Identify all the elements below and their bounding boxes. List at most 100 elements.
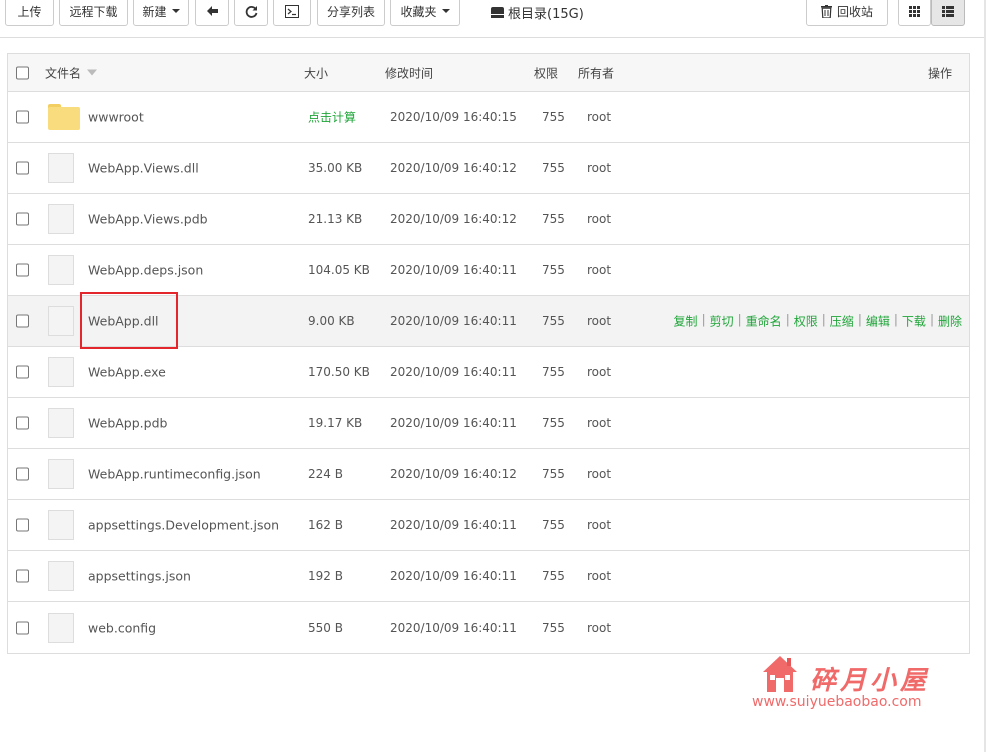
action-separator: | [857,312,862,327]
row-checkbox[interactable] [16,161,29,175]
row-action-link[interactable]: 下载 [902,313,926,330]
file-perm[interactable]: 755 [542,110,565,124]
file-icon [48,612,74,643]
row-action-link[interactable]: 剪切 [710,313,734,330]
path-breadcrumb[interactable]: 根目录(15G) [491,2,584,22]
file-icon [48,408,74,438]
table-row[interactable]: WebApp.Views.dll 35.00 KB 2020/10/09 16:40… [8,143,969,194]
table-row[interactable]: WebApp.Views.pdb 21.13 KB 2020/10/09 16:40… [8,194,969,245]
grid-view-button[interactable] [898,0,931,26]
row-checkbox[interactable] [16,365,29,379]
row-checkbox[interactable] [16,212,29,226]
new-button[interactable]: 新建 [133,0,189,26]
file-name[interactable]: wwwroot [88,110,144,125]
file-name[interactable]: WebApp.Views.pdb [88,212,208,227]
file-perm[interactable]: 755 [542,518,565,532]
row-checkbox[interactable] [16,416,29,430]
new-label: 新建 [142,4,167,19]
file-size[interactable]: 点击计算 [308,109,356,126]
row-checkbox[interactable] [16,467,29,481]
file-mtime: 2020/10/09 16:40:11 [390,569,517,583]
column-header-name[interactable]: 文件名 [45,64,98,81]
action-separator: | [701,312,706,327]
file-name[interactable]: appsettings.Development.json [88,518,279,533]
file-perm[interactable]: 755 [542,467,565,481]
column-header-size[interactable]: 大小 [304,64,328,81]
select-all-checkbox[interactable] [16,66,29,79]
row-icon[interactable] [48,153,74,183]
table-row[interactable]: WebApp.runtimeconfig.json 224 B 2020/10/09… [8,449,969,500]
upload-button[interactable]: 上传 [5,0,54,26]
favorites-button[interactable]: 收藏夹 [390,0,460,26]
file-name[interactable]: WebApp.dll [88,314,159,329]
action-separator: | [737,312,742,327]
row-icon[interactable] [48,408,74,438]
share-list-button[interactable]: 分享列表 [317,0,385,26]
file-mtime: 2020/10/09 16:40:15 [390,110,517,124]
row-icon[interactable] [48,204,74,234]
row-icon[interactable] [48,510,74,540]
file-icon [48,561,74,591]
row-action-link[interactable]: 复制 [674,313,698,330]
table-row[interactable]: WebApp.deps.json 104.05 KB 2020/10/09 16:4… [8,245,969,296]
row-checkbox[interactable] [16,263,29,277]
row-action-link[interactable]: 压缩 [830,313,854,330]
file-perm[interactable]: 755 [542,161,565,175]
row-checkbox[interactable] [16,569,29,583]
table-row[interactable]: wwwroot 点击计算 2020/10/09 16:40:15 755 root [8,92,969,143]
row-action-link[interactable]: 删除 [938,313,962,330]
file-perm[interactable]: 755 [542,314,565,328]
remote-download-button[interactable]: 远程下载 [59,0,128,26]
row-action-link[interactable]: 编辑 [866,313,890,330]
file-name[interactable]: WebApp.exe [88,365,166,380]
row-checkbox[interactable] [16,518,29,532]
file-name[interactable]: appsettings.json [88,569,191,584]
drive-icon [491,6,504,18]
action-separator: | [821,312,826,327]
row-icon[interactable] [48,255,74,285]
refresh-button[interactable] [234,0,268,26]
table-row[interactable]: appsettings.Development.json 162 B 2020/10… [8,500,969,551]
file-name[interactable]: WebApp.deps.json [88,263,203,278]
file-size: 35.00 KB [308,161,363,175]
table-row[interactable]: WebApp.dll 9.00 KB 2020/10/09 16:40:11 755 r… [8,296,969,347]
back-button[interactable] [195,0,229,26]
file-perm[interactable]: 755 [542,263,565,277]
file-perm[interactable]: 755 [542,621,565,635]
file-name[interactable]: WebApp.pdb [88,416,167,431]
file-mtime: 2020/10/09 16:40:11 [390,518,517,532]
terminal-icon [285,4,299,18]
row-icon[interactable] [48,306,74,336]
sort-icon [87,69,98,76]
action-separator: | [893,312,898,327]
row-icon[interactable] [48,357,74,387]
terminal-button[interactable] [273,0,311,26]
row-action-link[interactable]: 重命名 [746,313,782,330]
row-icon[interactable] [48,459,74,489]
row-checkbox[interactable] [16,110,29,124]
row-icon[interactable] [48,612,74,643]
trash-icon [820,4,832,18]
watermark-url: www.suiyuebaobao.com [752,694,922,710]
row-icon[interactable] [48,104,80,130]
recycle-bin-button[interactable]: 回收站 [806,0,888,26]
row-checkbox[interactable] [16,314,29,328]
file-perm[interactable]: 755 [542,365,565,379]
row-action-link[interactable]: 权限 [794,313,818,330]
file-perm[interactable]: 755 [542,212,565,226]
house-logo-icon [763,656,797,692]
row-checkbox[interactable] [16,621,29,634]
file-owner: root [587,518,612,532]
file-perm[interactable]: 755 [542,416,565,430]
file-perm[interactable]: 755 [542,569,565,583]
file-name[interactable]: WebApp.runtimeconfig.json [88,467,261,482]
file-name[interactable]: WebApp.Views.dll [88,161,199,176]
row-icon[interactable] [48,561,74,591]
list-view-button[interactable] [931,0,965,26]
table-row[interactable]: appsettings.json 192 B 2020/10/09 16:40:11… [8,551,969,602]
table-row[interactable]: WebApp.pdb 19.17 KB 2020/10/09 16:40:11 755… [8,398,969,449]
file-name[interactable]: web.config [88,620,156,635]
column-header-mtime[interactable]: 修改时间 [385,64,433,81]
table-row[interactable]: web.config 550 B 2020/10/09 16:40:11 755 roo… [8,602,969,653]
table-row[interactable]: WebApp.exe 170.50 KB 2020/10/09 16:40:11 75… [8,347,969,398]
